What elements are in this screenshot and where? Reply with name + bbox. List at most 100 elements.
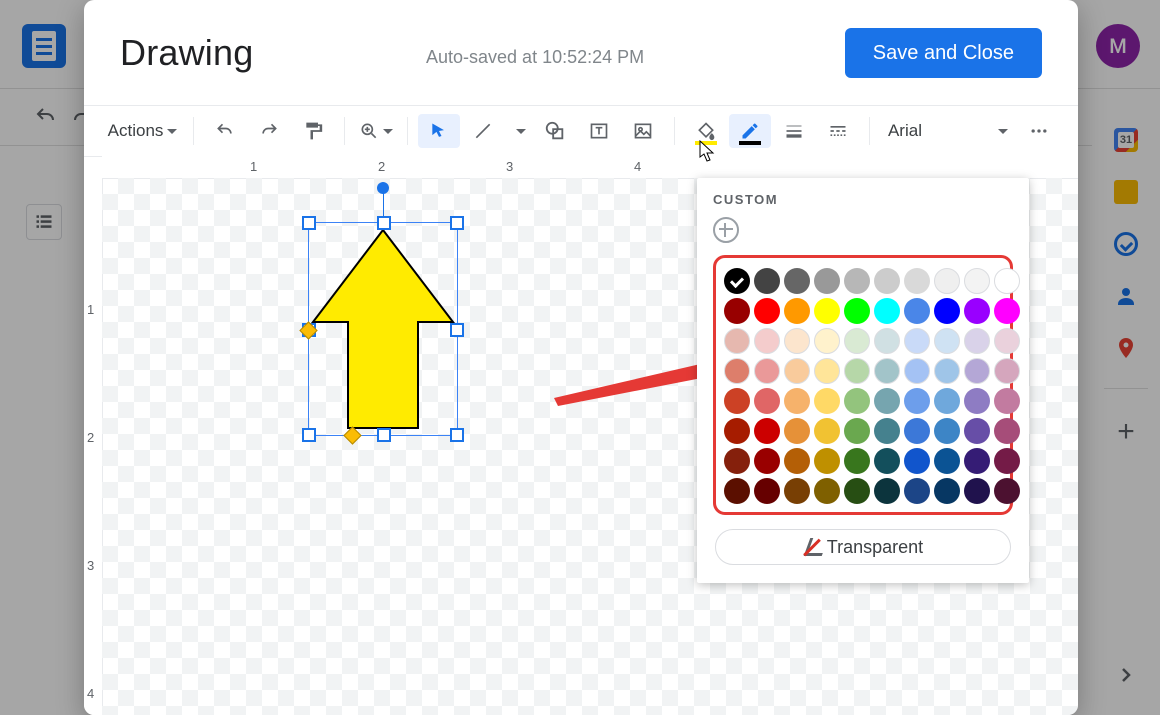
color-swatch[interactable] (904, 358, 930, 384)
line-tool[interactable] (462, 114, 504, 148)
color-swatch[interactable] (724, 418, 750, 444)
color-swatch[interactable] (904, 268, 930, 294)
color-swatch[interactable] (844, 448, 870, 474)
color-swatch[interactable] (994, 268, 1020, 294)
color-swatch[interactable] (784, 418, 810, 444)
resize-handle-tm[interactable] (377, 216, 391, 230)
color-swatch[interactable] (754, 268, 780, 294)
font-select[interactable]: Arial (880, 114, 1016, 148)
color-swatch[interactable] (724, 298, 750, 324)
color-swatch[interactable] (724, 388, 750, 414)
color-swatch[interactable] (904, 298, 930, 324)
drawing-canvas[interactable]: CUSTOM Transparent (102, 178, 1078, 715)
color-swatch[interactable] (964, 448, 990, 474)
color-swatch[interactable] (874, 478, 900, 504)
color-swatch[interactable] (964, 328, 990, 354)
border-dash-button[interactable] (817, 114, 859, 148)
undo-button[interactable] (204, 114, 246, 148)
border-weight-button[interactable] (773, 114, 815, 148)
color-swatch[interactable] (934, 388, 960, 414)
more-button[interactable] (1018, 114, 1060, 148)
select-tool[interactable] (418, 114, 460, 148)
color-swatch[interactable] (724, 268, 750, 294)
resize-handle-mr[interactable] (450, 323, 464, 337)
color-swatch[interactable] (874, 448, 900, 474)
color-swatch[interactable] (784, 358, 810, 384)
color-swatch[interactable] (844, 298, 870, 324)
color-swatch[interactable] (814, 478, 840, 504)
resize-handle-tl[interactable] (302, 216, 316, 230)
color-swatch[interactable] (844, 268, 870, 294)
color-swatch[interactable] (934, 268, 960, 294)
resize-handle-tr[interactable] (450, 216, 464, 230)
color-swatch[interactable] (874, 268, 900, 294)
color-swatch[interactable] (904, 388, 930, 414)
color-swatch[interactable] (784, 388, 810, 414)
color-swatch[interactable] (844, 328, 870, 354)
rotation-handle[interactable] (377, 182, 389, 194)
color-swatch[interactable] (874, 388, 900, 414)
color-swatch[interactable] (784, 298, 810, 324)
color-swatch[interactable] (784, 328, 810, 354)
color-swatch[interactable] (904, 448, 930, 474)
color-swatch[interactable] (754, 388, 780, 414)
color-swatch[interactable] (964, 388, 990, 414)
text-box-tool[interactable] (578, 114, 620, 148)
color-swatch[interactable] (754, 418, 780, 444)
color-swatch[interactable] (934, 358, 960, 384)
color-swatch[interactable] (814, 448, 840, 474)
color-swatch[interactable] (814, 418, 840, 444)
color-swatch[interactable] (724, 478, 750, 504)
resize-handle-br[interactable] (450, 428, 464, 442)
color-swatch[interactable] (994, 298, 1020, 324)
color-swatch[interactable] (964, 298, 990, 324)
color-swatch[interactable] (994, 358, 1020, 384)
color-swatch[interactable] (964, 358, 990, 384)
color-swatch[interactable] (994, 328, 1020, 354)
color-swatch[interactable] (814, 358, 840, 384)
color-swatch[interactable] (934, 298, 960, 324)
add-custom-color-button[interactable] (713, 217, 739, 243)
color-swatch[interactable] (754, 298, 780, 324)
color-swatch[interactable] (784, 478, 810, 504)
color-swatch[interactable] (844, 478, 870, 504)
color-swatch[interactable] (904, 478, 930, 504)
color-swatch[interactable] (964, 418, 990, 444)
color-swatch[interactable] (874, 418, 900, 444)
color-swatch[interactable] (844, 388, 870, 414)
color-swatch[interactable] (904, 328, 930, 354)
color-swatch[interactable] (844, 358, 870, 384)
color-swatch[interactable] (784, 448, 810, 474)
color-swatch[interactable] (964, 268, 990, 294)
color-swatch[interactable] (904, 418, 930, 444)
color-swatch[interactable] (724, 328, 750, 354)
color-swatch[interactable] (874, 358, 900, 384)
color-swatch[interactable] (754, 358, 780, 384)
line-tool-menu[interactable] (506, 114, 532, 148)
color-swatch[interactable] (994, 448, 1020, 474)
color-swatch[interactable] (754, 328, 780, 354)
fill-color-button[interactable] (685, 114, 727, 148)
color-swatch[interactable] (724, 448, 750, 474)
color-swatch[interactable] (814, 388, 840, 414)
color-swatch[interactable] (844, 418, 870, 444)
color-swatch[interactable] (814, 268, 840, 294)
color-swatch[interactable] (994, 418, 1020, 444)
transparent-button[interactable]: Transparent (715, 529, 1011, 565)
border-color-button[interactable] (729, 114, 771, 148)
color-swatch[interactable] (814, 298, 840, 324)
color-swatch[interactable] (754, 448, 780, 474)
actions-menu[interactable]: Actions (102, 114, 183, 148)
color-swatch[interactable] (724, 358, 750, 384)
paint-format-button[interactable] (292, 114, 334, 148)
zoom-button[interactable] (355, 114, 397, 148)
color-swatch[interactable] (994, 478, 1020, 504)
resize-handle-bm[interactable] (377, 428, 391, 442)
color-swatch[interactable] (754, 478, 780, 504)
shape-tool[interactable] (534, 114, 576, 148)
save-and-close-button[interactable]: Save and Close (845, 28, 1042, 78)
selected-shape[interactable] (308, 222, 458, 436)
resize-handle-bl[interactable] (302, 428, 316, 442)
color-swatch[interactable] (784, 268, 810, 294)
color-swatch[interactable] (994, 388, 1020, 414)
